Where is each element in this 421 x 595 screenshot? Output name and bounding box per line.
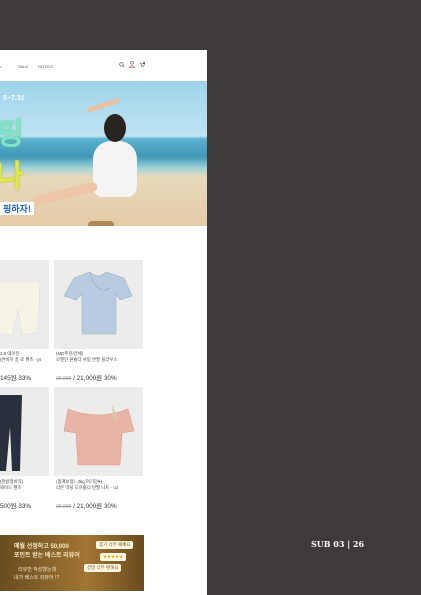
- review-tag-3: 정말 너무 편해요: [84, 564, 122, 572]
- product-price: 30,000 / 21,000원 30%: [56, 373, 117, 382]
- banner-model-leg: [31, 181, 99, 207]
- shorts-image: [0, 281, 41, 337]
- jeans-image: [0, 395, 22, 471]
- banner-headline-1: 핑: [0, 118, 25, 151]
- product-caption: 3.5 데이진 (반바지 골 로 팬츠 - pt: [0, 351, 41, 362]
- product-caption: (한방청바지) 와이드 팬츠: [0, 479, 24, 490]
- nav-item[interactable]: •: [0, 64, 1, 69]
- review-line-4: 내가 베스트 리뷰어 !?: [14, 575, 60, 581]
- search-icon[interactable]: [119, 61, 125, 68]
- product-price: 145원 33%: [0, 375, 32, 382]
- nav-item-notice[interactable]: NOTICE: [38, 64, 53, 69]
- banner-cta: 핑하자!: [0, 202, 34, 215]
- product-price: 30,000 / 21,000원 30%: [56, 501, 117, 510]
- review-tag-1: 후기 너무 예뻐요: [96, 541, 134, 549]
- product-image-shorts[interactable]: [0, 260, 49, 349]
- blouse-image: [63, 271, 133, 335]
- product-image-jeans[interactable]: [0, 387, 49, 476]
- original-price: 30,000: [56, 376, 72, 382]
- banner-model-body: [93, 141, 137, 197]
- nav-icons: [119, 61, 145, 68]
- cart-icon[interactable]: [139, 61, 145, 68]
- banner-date: 5~7.31: [3, 95, 25, 102]
- product-price: 500원 33%: [0, 503, 32, 510]
- promo-banner[interactable]: 5~7.31 핑 나 핑하자!: [0, 81, 207, 226]
- product-image-knit[interactable]: [54, 387, 143, 476]
- knit-image: [63, 405, 135, 466]
- user-icon[interactable]: [129, 61, 135, 68]
- webpage-screenshot: • SALE NOTICE 5~7.31 핑 나 핑하자! 3.5 데이진 (반바…: [0, 50, 207, 595]
- banner-model-arm: [86, 97, 120, 114]
- product-image-blouse[interactable]: [54, 260, 143, 349]
- review-event-banner[interactable]: 매월 선정하고 50,000 포인트 받는 베스트 리뷰어 리뷰만 작성했는데 …: [0, 535, 144, 591]
- review-line-1: 매월 선정하고 50,000: [14, 544, 69, 550]
- banner-straw-bag: [88, 221, 114, 226]
- top-nav: • SALE NOTICE: [0, 61, 207, 74]
- review-line-3: 리뷰만 작성했는데: [18, 567, 57, 573]
- sale-price: / 21,000원 30%: [73, 503, 117, 510]
- product-caption: (몸매보정/- 3kg 여기당♥) 리본 넥탈 오프숄더 반팔 니트 - cd: [56, 479, 118, 490]
- review-stars: ★★★★★: [100, 553, 127, 561]
- nav-item-sale[interactable]: SALE: [18, 64, 28, 69]
- review-line-2: 포인트 받는 베스트 리뷰어: [14, 553, 80, 559]
- sale-price: / 21,000원 30%: [73, 375, 117, 382]
- banner-headline-2: 나: [0, 160, 24, 193]
- original-price: 30,000: [56, 504, 72, 510]
- banner-model-head: [104, 114, 126, 142]
- page-number-label: SUB 03 | 26: [311, 539, 365, 549]
- product-caption: (MD추천/전체) 로맨틴 원숄더 셔링 반팔 블라우스: [56, 351, 118, 362]
